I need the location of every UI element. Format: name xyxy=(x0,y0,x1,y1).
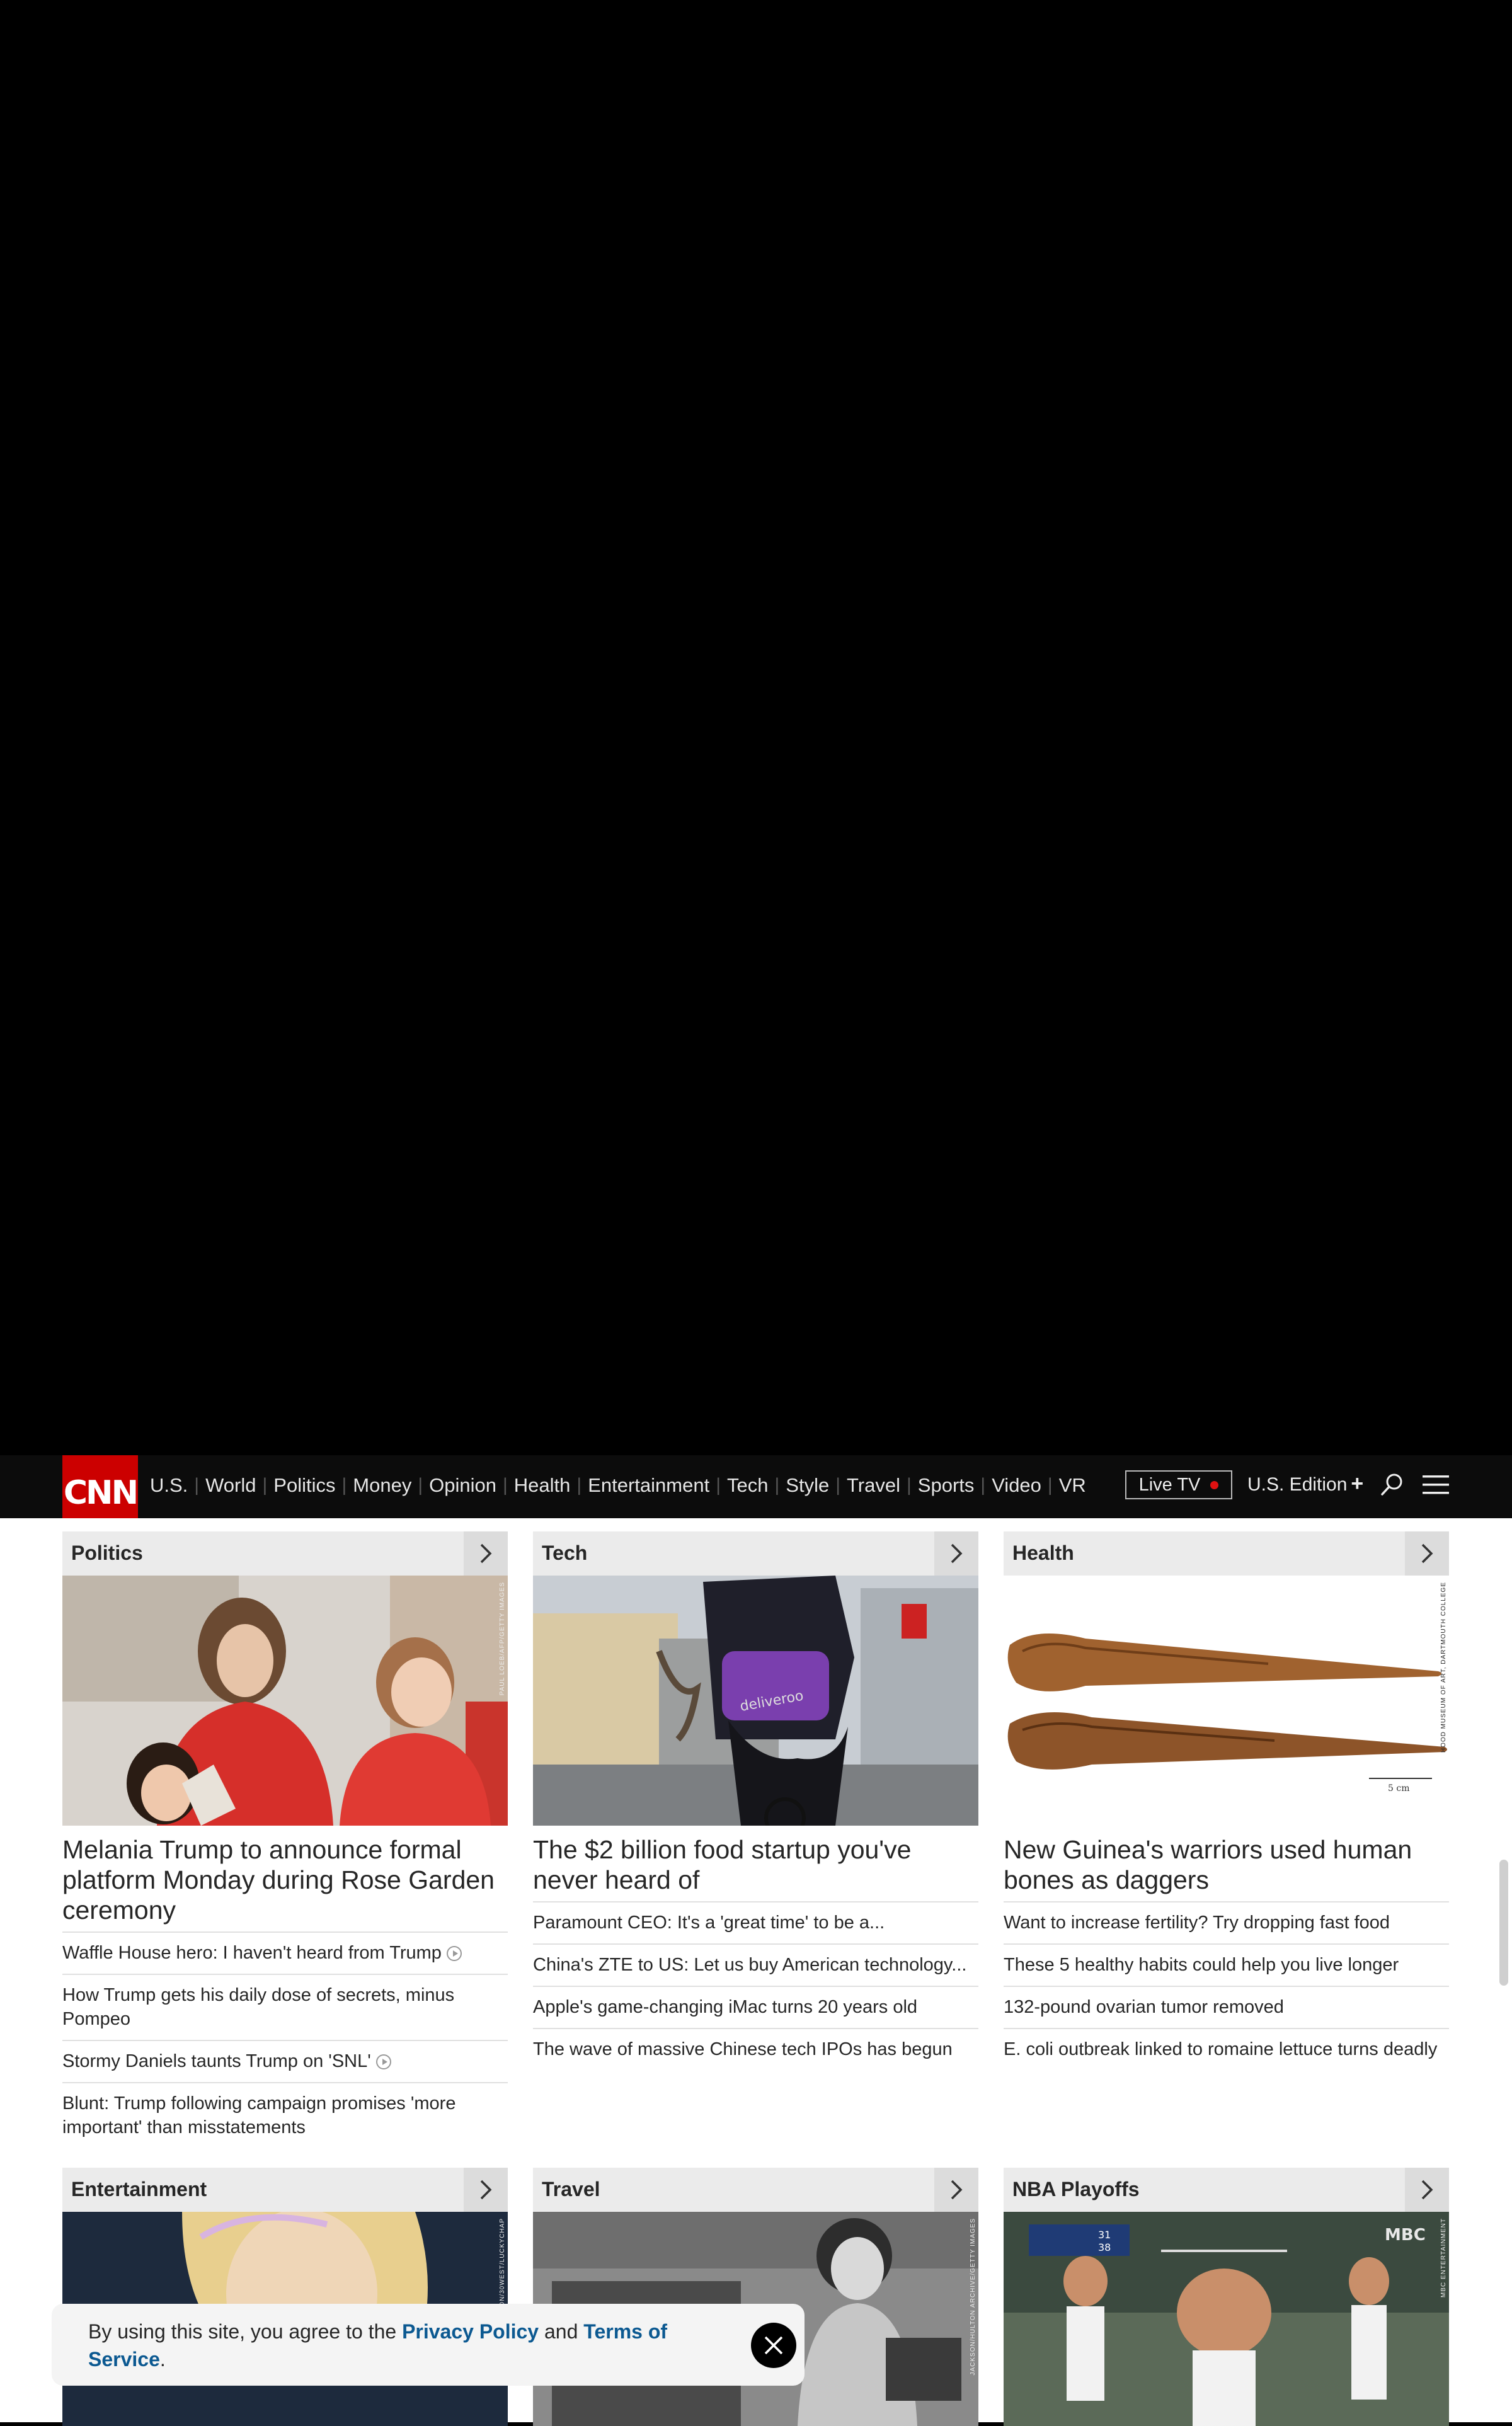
list-item[interactable]: E. coli outbreak linked to romaine lettu… xyxy=(1004,2028,1449,2070)
edition-selector[interactable]: U.S. Edition + xyxy=(1247,1472,1363,1496)
section-entertainment: Entertainment NEON/30WEST/LUCKYCHAP xyxy=(62,2168,508,2426)
list-item[interactable]: Paramount CEO: It's a 'great time' to be… xyxy=(533,1901,978,1943)
section-title: Entertainment xyxy=(71,2178,207,2200)
tech-photo-art: deliveroo xyxy=(533,1576,978,1826)
broadcaster-logo: MBC xyxy=(1385,2226,1426,2245)
list-item[interactable]: China's ZTE to US: Let us buy American t… xyxy=(533,1943,978,1986)
section-travel: Travel JACKSON/HULTON ARCHIVE/GETTY IMAG… xyxy=(533,2168,978,2426)
nav-link-tech[interactable]: Tech xyxy=(727,1474,768,1497)
section-header[interactable]: Politics xyxy=(62,1531,508,1576)
health-photo-art: 5 cm xyxy=(1004,1576,1449,1826)
politics-headline[interactable]: Melania Trump to announce formal platfor… xyxy=(62,1834,508,1925)
photo-credit: MBC ENTERTAINMENT xyxy=(1440,2218,1447,2298)
hamburger-menu-icon[interactable] xyxy=(1423,1474,1449,1496)
cookie-consent-banner: By using this site, you agree to the Pri… xyxy=(52,2304,805,2386)
section-nav: U.S. | World | Politics | Money | Opinion | H… xyxy=(150,1474,1086,1497)
page-scrollbar[interactable] xyxy=(1499,1860,1508,1986)
section-header[interactable]: Travel xyxy=(533,2168,978,2212)
live-tv-label: Live TV xyxy=(1138,1474,1201,1495)
section-header[interactable]: Health xyxy=(1004,1531,1449,1576)
nav-link-world[interactable]: World xyxy=(205,1474,256,1497)
nav-link-money[interactable]: Money xyxy=(353,1474,411,1497)
edition-label: U.S. Edition xyxy=(1247,1474,1348,1495)
nav-link-health[interactable]: Health xyxy=(514,1474,571,1497)
section-header[interactable]: NBA Playoffs xyxy=(1004,2168,1449,2212)
nav-link-video[interactable]: Video xyxy=(992,1474,1041,1497)
section-title: Health xyxy=(1012,1542,1074,1564)
nav-link-travel[interactable]: Travel xyxy=(847,1474,900,1497)
photo-credit: NEON/30WEST/LUCKYCHAP xyxy=(499,2218,506,2317)
list-item[interactable]: Blunt: Trump following campaign promises… xyxy=(62,2082,508,2148)
politics-link-list: Waffle House hero: I haven't heard from … xyxy=(62,1931,508,2148)
section-title: Politics xyxy=(71,1542,143,1564)
chevron-right-icon[interactable] xyxy=(934,1531,978,1576)
section-health: Health 5 cm HOOD MUSEUM OF ART, DARTMOUT… xyxy=(1004,1531,1449,2070)
live-indicator-dot xyxy=(1210,1480,1219,1489)
close-icon xyxy=(764,2336,783,2355)
edition-plus-icon: + xyxy=(1351,1472,1364,1496)
score-away: 38 xyxy=(1098,2241,1111,2253)
section-header[interactable]: Tech xyxy=(533,1531,978,1576)
tech-headline[interactable]: The $2 billion food startup you've never… xyxy=(533,1834,978,1895)
chevron-right-icon[interactable] xyxy=(464,2168,508,2212)
nav-link-vr[interactable]: VR xyxy=(1059,1474,1086,1497)
health-link-list: Want to increase fertility? Try dropping… xyxy=(1004,1901,1449,2070)
score-home: 31 xyxy=(1098,2229,1111,2241)
video-play-icon xyxy=(375,2054,391,2070)
politics-photo[interactable]: PAUL LOEB/AFP/GETTY IMAGES xyxy=(62,1576,508,1826)
photo-credit: JACKSON/HULTON ARCHIVE/GETTY IMAGES xyxy=(970,2218,976,2376)
cookie-consent-text: By using this site, you agree to the Pri… xyxy=(88,2320,668,2371)
list-item[interactable]: Want to increase fertility? Try dropping… xyxy=(1004,1901,1449,1943)
list-item[interactable]: The wave of massive Chinese tech IPOs ha… xyxy=(533,2028,978,2070)
nav-link-style[interactable]: Style xyxy=(786,1474,829,1497)
tech-photo[interactable]: deliveroo xyxy=(533,1576,978,1826)
section-nba-playoffs: NBA Playoffs 31 38 MBC MBC ENTERTAINMENT xyxy=(1004,2168,1449,2426)
list-item[interactable]: Apple's game-changing iMac turns 20 year… xyxy=(533,1986,978,2028)
section-header[interactable]: Entertainment xyxy=(62,2168,508,2212)
nav-link-entertainment[interactable]: Entertainment xyxy=(588,1474,709,1497)
nav-link-politics[interactable]: Politics xyxy=(273,1474,335,1497)
health-headline[interactable]: New Guinea's warriors used human bones a… xyxy=(1004,1834,1449,1895)
section-title: Tech xyxy=(542,1542,588,1564)
politics-photo-art xyxy=(62,1576,508,1826)
section-politics: Politics PAUL LOEB/AFP/GETTY IMAGES Mela… xyxy=(62,1531,508,2148)
list-item[interactable]: 132-pound ovarian tumor removed xyxy=(1004,1986,1449,2028)
search-icon[interactable] xyxy=(1380,1472,1405,1497)
tech-link-list: Paramount CEO: It's a 'great time' to be… xyxy=(533,1901,978,2070)
chevron-right-icon[interactable] xyxy=(464,1531,508,1576)
health-photo[interactable]: 5 cm HOOD MUSEUM OF ART, DARTMOUTH COLLE… xyxy=(1004,1576,1449,1826)
chevron-right-icon[interactable] xyxy=(1405,1531,1449,1576)
nba-playoffs-photo-art: 31 38 MBC xyxy=(1004,2212,1449,2426)
nba-playoffs-photo[interactable]: 31 38 MBC MBC ENTERTAINMENT xyxy=(1004,2212,1449,2426)
section-title: NBA Playoffs xyxy=(1012,2178,1140,2200)
section-tech: Tech deliveroo The $2 billion food start… xyxy=(533,1531,978,2070)
nav-link-sports[interactable]: Sports xyxy=(918,1474,975,1497)
scale-bar-label: 5 cm xyxy=(1388,1783,1409,1794)
list-item[interactable]: These 5 healthy habits could help you li… xyxy=(1004,1943,1449,1986)
nav-link-us[interactable]: U.S. xyxy=(150,1474,188,1497)
chevron-right-icon[interactable] xyxy=(934,2168,978,2212)
list-item[interactable]: Stormy Daniels taunts Trump on 'SNL' xyxy=(62,2040,508,2082)
blank-top-area xyxy=(0,0,1512,1455)
photo-credit: HOOD MUSEUM OF ART, DARTMOUTH COLLEGE xyxy=(1440,1582,1447,1753)
photo-credit: PAUL LOEB/AFP/GETTY IMAGES xyxy=(499,1582,506,1696)
list-item[interactable]: Waffle House hero: I haven't heard from … xyxy=(62,1931,508,1974)
privacy-policy-link[interactable]: Privacy Policy xyxy=(402,2320,539,2343)
close-banner-button[interactable] xyxy=(751,2323,796,2368)
nav-link-opinion[interactable]: Opinion xyxy=(429,1474,496,1497)
section-title: Travel xyxy=(542,2178,600,2200)
list-item[interactable]: How Trump gets his daily dose of secrets… xyxy=(62,1974,508,2040)
chevron-right-icon[interactable] xyxy=(1405,2168,1449,2212)
video-play-icon xyxy=(446,1946,462,1962)
live-tv-button[interactable]: Live TV xyxy=(1125,1470,1232,1499)
